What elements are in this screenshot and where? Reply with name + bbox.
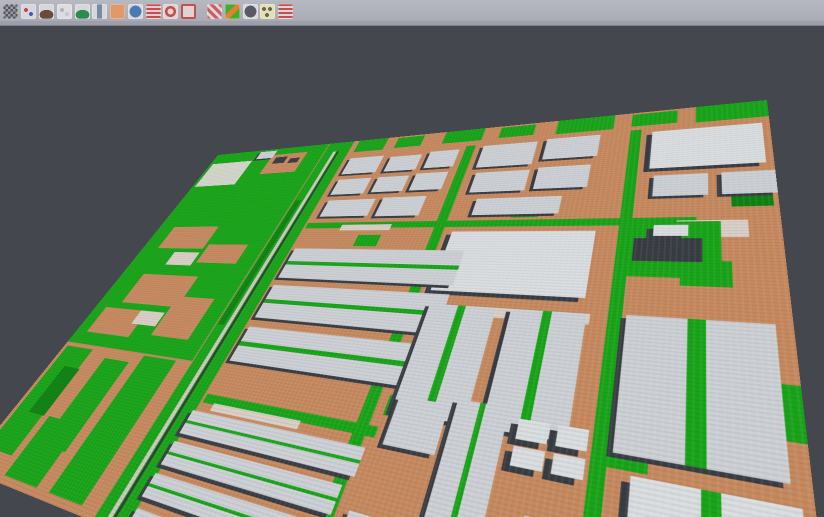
building [653,225,688,236]
building [374,196,426,216]
model-viewport-3d[interactable] [0,26,824,517]
tree-row [696,100,769,123]
building [383,154,422,171]
texture-icon[interactable] [92,4,107,19]
markers-icon[interactable] [260,4,275,19]
building [652,173,708,196]
building [533,164,591,189]
warehouse [611,476,824,517]
tree-row [353,138,389,152]
building [319,199,375,217]
measure-icon[interactable] [278,4,293,19]
building [423,149,460,168]
building [409,172,449,191]
building [542,135,601,160]
orthomosaic-icon[interactable] [110,4,125,19]
building [551,453,586,480]
building [471,196,562,215]
ground-patch [339,224,392,230]
application-window [0,0,824,517]
tree-row [394,135,425,148]
tiled-model-icon[interactable] [57,4,72,19]
tie-points-icon[interactable] [21,4,36,19]
layers-icon[interactable] [146,4,161,19]
building [510,446,546,472]
rectangle-selection-icon[interactable] [181,4,196,19]
tree-row [555,115,615,134]
warehouse [278,248,465,285]
toolbar [0,0,824,21]
building [371,175,410,192]
terrain-model-icon[interactable] [39,4,54,19]
terrain-model[interactable] [0,100,824,517]
building [649,123,766,169]
classification-icon[interactable] [225,4,240,19]
building [476,141,538,167]
building [341,156,384,175]
point-cloud-icon[interactable] [3,4,18,19]
building [721,170,778,195]
building [515,419,550,445]
dem-icon[interactable] [75,4,90,19]
tree-row [498,124,536,138]
sphere-icon[interactable] [243,4,258,19]
building [469,170,530,193]
tree-row [631,110,677,126]
building [555,425,589,452]
dark-structure [632,238,703,262]
tree-row [442,128,486,144]
tree [353,235,381,246]
circle-selection-icon[interactable] [163,4,178,19]
building [330,178,371,195]
toolbar-separator [198,4,206,19]
clip-region-icon[interactable] [207,4,222,19]
globe-icon[interactable] [128,4,143,19]
